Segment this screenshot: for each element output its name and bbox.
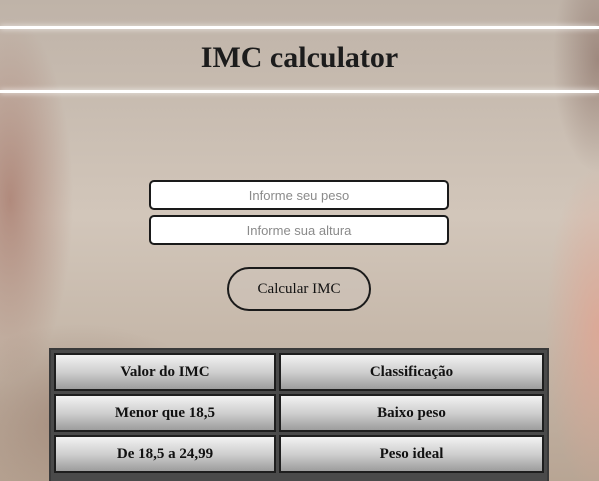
table-row: De 18,5 a 24,99 Peso ideal [54,435,544,473]
header-bottom-line [0,90,599,93]
header-top-line [0,26,599,29]
table-row: Menor que 18,5 Baixo peso [54,394,544,432]
page-title: IMC calculator [200,41,399,74]
table-header-row: Valor do IMC Classificação [54,353,544,391]
table-cell-imc-range: Menor que 18,5 [54,394,276,432]
table-cell-classification: Peso ideal [279,435,544,473]
height-input[interactable] [149,215,449,245]
column-header-classification: Classificação [279,353,544,391]
table-cell-classification: Baixo peso [279,394,544,432]
imc-table-frame: Valor do IMC Classificação Menor que 18,… [49,348,549,481]
column-header-imc-value: Valor do IMC [54,353,276,391]
imc-classification-table: Valor do IMC Classificação Menor que 18,… [51,350,547,476]
weight-input[interactable] [149,180,449,210]
table-cell-imc-range: De 18,5 a 24,99 [54,435,276,473]
calculate-imc-button[interactable]: Calcular IMC [227,267,371,311]
